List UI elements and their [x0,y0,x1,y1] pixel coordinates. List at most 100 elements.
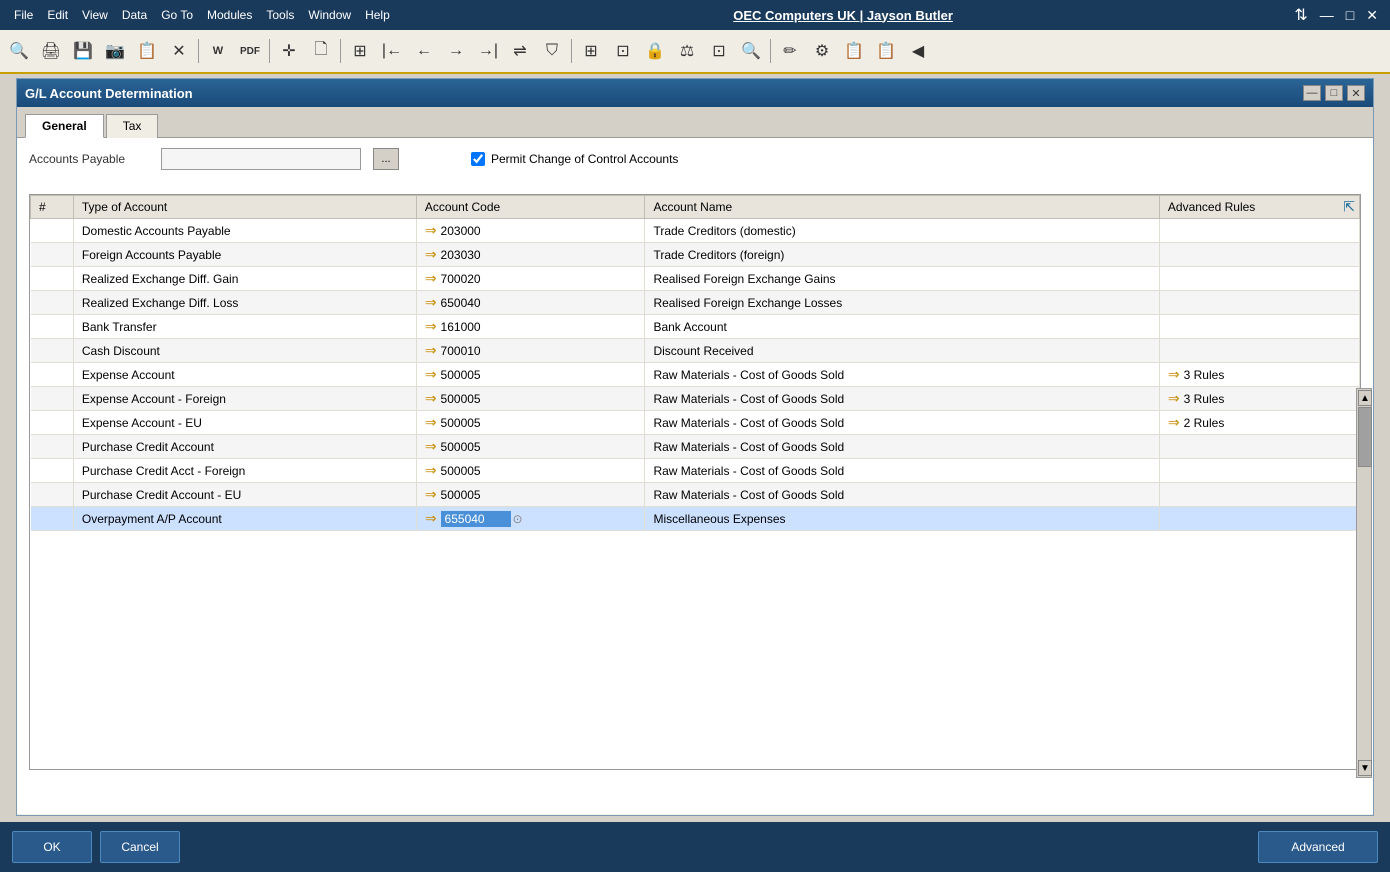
menu-help[interactable]: Help [359,6,396,24]
toolbar-settings[interactable]: ⚙ [807,36,837,66]
toolbar-nav-last[interactable]: →| [473,36,503,66]
clear-icon[interactable]: ⊙ [513,512,523,526]
table-row[interactable]: Foreign Accounts Payable⇒203030Trade Cre… [31,243,1360,267]
row-code[interactable]: ⇒203000 [416,219,645,243]
menu-goto[interactable]: Go To [155,6,199,24]
menu-file[interactable]: File [8,6,39,24]
menu-window[interactable]: Window [302,6,357,24]
row-code[interactable]: ⇒700010 [416,339,645,363]
row-name: Miscellaneous Expenses [645,507,1159,531]
menu-tools[interactable]: Tools [260,6,300,24]
row-code[interactable]: ⇒700020 [416,267,645,291]
dialog-close[interactable]: ✕ [1347,85,1365,101]
row-rules[interactable]: ⇒3 Rules [1159,387,1359,411]
menu-modules[interactable]: Modules [201,6,258,24]
row-code[interactable]: ⇒500005 [416,387,645,411]
dialog-maximize[interactable]: □ [1325,85,1343,101]
menu-view[interactable]: View [76,6,114,24]
row-code[interactable]: ⇒500005 [416,411,645,435]
toolbar-collapse[interactable]: ⊡ [608,36,638,66]
toolbar-print[interactable]: 🖨 [36,36,66,66]
menu-edit[interactable]: Edit [41,6,74,24]
toolbar-refresh[interactable]: ⇌ [505,36,535,66]
accounts-payable-input[interactable] [161,148,361,170]
toolbar-box[interactable]: ⊡ [704,36,734,66]
tab-bar: General Tax [17,107,1373,138]
code-value: 161000 [441,320,481,334]
table-row[interactable]: Purchase Credit Acct - Foreign⇒500005Raw… [31,459,1360,483]
ok-button[interactable]: OK [12,831,92,863]
toolbar-sep3 [340,39,341,63]
toolbar-filter[interactable]: ⛉ [537,36,567,66]
row-code[interactable]: ⇒203030 [416,243,645,267]
toolbar-copy1[interactable]: 📋 [839,36,869,66]
table-row[interactable]: Realized Exchange Diff. Loss⇒650040Reali… [31,291,1360,315]
tab-tax[interactable]: Tax [106,114,159,138]
table-row[interactable]: Overpayment A/P Account⇒⊙Miscellaneous E… [31,507,1360,531]
cancel-button[interactable]: Cancel [100,831,180,863]
table-row[interactable]: Domestic Accounts Payable⇒203000Trade Cr… [31,219,1360,243]
toolbar-form[interactable]: 🗋 [306,36,336,66]
toolbar-scale[interactable]: ⚖ [672,36,702,66]
row-code[interactable]: ⇒500005 [416,363,645,387]
toolbar-nav-next[interactable]: → [441,36,471,66]
row-code[interactable]: ⇒500005 [416,483,645,507]
bottom-left-buttons: OK Cancel [12,831,180,863]
table-row[interactable]: Expense Account - EU⇒500005Raw Materials… [31,411,1360,435]
row-rules[interactable]: ⇒3 Rules [1159,363,1359,387]
row-code[interactable]: ⇒161000 [416,315,645,339]
menu-data[interactable]: Data [116,6,153,24]
toolbar-expand[interactable]: ⊞ [576,36,606,66]
toolbar-back[interactable]: ◀ [903,36,933,66]
table-row[interactable]: Realized Exchange Diff. Gain⇒700020Reali… [31,267,1360,291]
toolbar-edit[interactable]: ✏ [775,36,805,66]
toolbar-camera[interactable]: 📷 [100,36,130,66]
row-code[interactable]: ⇒⊙ [416,507,645,531]
scroll-up[interactable]: ▲ [1358,390,1372,406]
row-code[interactable]: ⇒500005 [416,459,645,483]
row-rules[interactable]: ⇒2 Rules [1159,411,1359,435]
table-row[interactable]: Cash Discount⇒700010Discount Received [31,339,1360,363]
row-type: Overpayment A/P Account [73,507,416,531]
window-maximize[interactable]: □ [1342,7,1358,23]
accounts-browse-button[interactable]: ... [373,148,399,170]
table-row[interactable]: Expense Account - Foreign⇒500005Raw Mate… [31,387,1360,411]
table-body: Domestic Accounts Payable⇒203000Trade Cr… [31,219,1360,531]
row-rules [1159,507,1359,531]
expand-icon[interactable]: ⇱ [1343,199,1355,216]
table-row[interactable]: Bank Transfer⇒161000Bank Account [31,315,1360,339]
code-active-input[interactable] [441,511,511,527]
toolbar-lock[interactable]: 🔒 [640,36,670,66]
toolbar-word[interactable]: W [203,36,233,66]
toolbar-move[interactable]: ✛ [274,36,304,66]
toolbar-grid[interactable]: ⊞ [345,36,375,66]
permit-change-checkbox[interactable] [471,152,485,166]
toolbar-pdf[interactable]: PDF [235,36,265,66]
dialog-minimize[interactable]: — [1303,85,1321,101]
toolbar-clipboard[interactable]: 📋 [132,36,162,66]
toolbar-copy2[interactable]: 📋 [871,36,901,66]
scroll-down[interactable]: ▼ [1358,760,1372,776]
toolbar-search[interactable]: 🔍 [4,36,34,66]
toolbar-zoom[interactable]: 🔍 [736,36,766,66]
tab-general[interactable]: General [25,114,104,138]
table-row[interactable]: Expense Account⇒500005Raw Materials - Co… [31,363,1360,387]
toolbar-close[interactable]: ✕ [164,36,194,66]
window-minimize[interactable]: — [1316,7,1338,23]
toolbar-nav-prev[interactable]: ← [409,36,439,66]
link-arrow-icon: ⇒ [425,510,437,527]
window-sort-icon[interactable]: ⇅ [1290,5,1311,25]
row-code[interactable]: ⇒650040 [416,291,645,315]
vertical-scrollbar[interactable]: ▲ ▼ [1356,388,1372,778]
row-name: Raw Materials - Cost of Goods Sold [645,363,1159,387]
table-row[interactable]: Purchase Credit Account⇒500005Raw Materi… [31,435,1360,459]
table-row[interactable]: Purchase Credit Account - EU⇒500005Raw M… [31,483,1360,507]
advanced-button[interactable]: Advanced [1258,831,1378,863]
window-close[interactable]: ✕ [1362,7,1382,24]
scroll-thumb[interactable] [1358,407,1372,467]
row-code[interactable]: ⇒500005 [416,435,645,459]
row-rules [1159,291,1359,315]
toolbar-save[interactable]: 💾 [68,36,98,66]
toolbar-nav-first[interactable]: |← [377,36,407,66]
row-type: Realized Exchange Diff. Loss [73,291,416,315]
